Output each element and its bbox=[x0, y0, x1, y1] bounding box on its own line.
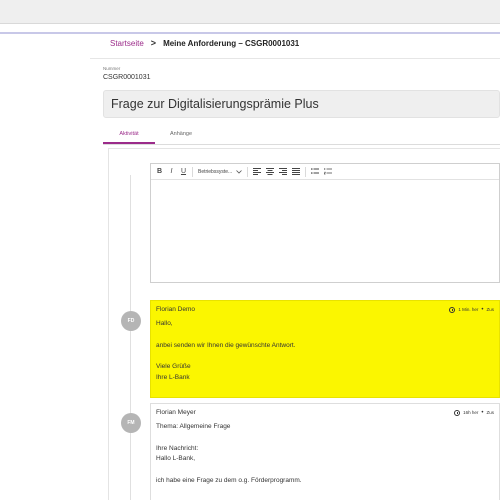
numbered-list-icon[interactable] bbox=[324, 167, 333, 177]
entry-extra: Zus bbox=[486, 306, 494, 312]
entry-author: Florian Meyer bbox=[156, 408, 196, 416]
toolbar-divider bbox=[192, 166, 193, 177]
entry-extra: Zus bbox=[486, 409, 494, 415]
entry-line: Viele Grüße bbox=[156, 363, 191, 371]
breadcrumb-home-link[interactable]: Startseite bbox=[110, 39, 144, 48]
entry-line bbox=[156, 351, 494, 362]
entry-line bbox=[156, 465, 494, 476]
meta-separator: • bbox=[481, 409, 484, 416]
entry-line: Ihre Nachricht: bbox=[156, 444, 199, 452]
entry-line: Hallo, bbox=[156, 320, 173, 327]
breadcrumb-divider bbox=[90, 58, 500, 59]
toolbar-divider bbox=[305, 166, 307, 177]
chevron-down-icon bbox=[236, 169, 242, 174]
align-right-icon[interactable] bbox=[279, 167, 288, 177]
toolbar-divider bbox=[247, 166, 249, 177]
underline-button[interactable]: U bbox=[180, 167, 187, 177]
italic-button[interactable]: I bbox=[168, 167, 175, 177]
editor-toolbar: B I U Betriebssyste... bbox=[151, 164, 499, 180]
entry-line: Thema: Allgemeine Frage bbox=[156, 423, 231, 430]
entry-line: Hallo L-Bank, bbox=[156, 455, 196, 463]
bold-button[interactable]: B bbox=[156, 167, 163, 177]
breadcrumb: Startseite > Meine Anforderung – CSGR000… bbox=[110, 38, 299, 48]
entry-line: anbei senden wir Ihnen die gewünschte An… bbox=[156, 341, 296, 349]
clock-icon bbox=[454, 410, 461, 416]
clock-icon bbox=[449, 307, 456, 313]
number-label: Nummer bbox=[103, 66, 121, 71]
number-value: CSGR0001031 bbox=[103, 74, 151, 81]
entry-meta: 1 Min. her • Zus bbox=[449, 305, 494, 316]
entry-time: 1 Min. her bbox=[458, 306, 479, 312]
entry-line bbox=[156, 433, 494, 444]
activity-entry: Florian Meyer 16h her • Zus Thema: Allge… bbox=[150, 403, 500, 500]
tab-attachments[interactable]: Anhänge bbox=[155, 127, 207, 144]
entry-meta: 16h her • Zus bbox=[454, 408, 494, 419]
header-accent-line bbox=[0, 32, 500, 34]
bullet-list-icon[interactable] bbox=[311, 167, 320, 177]
format-select[interactable]: Betriebssyste... bbox=[198, 169, 242, 175]
top-bar bbox=[0, 0, 500, 24]
avatar: FD bbox=[121, 311, 141, 331]
avatar: FM bbox=[121, 413, 141, 433]
entry-line: ich habe eine Frage zu dem o.g. Förderpr… bbox=[156, 476, 302, 484]
align-justify-icon[interactable] bbox=[292, 167, 301, 177]
entry-line bbox=[156, 330, 494, 341]
meta-separator: • bbox=[481, 306, 484, 313]
tab-bar: Aktivität Anhänge bbox=[103, 127, 500, 145]
breadcrumb-current: Meine Anforderung – CSGR0001031 bbox=[163, 38, 300, 48]
align-left-icon[interactable] bbox=[253, 167, 262, 177]
breadcrumb-separator-icon: > bbox=[150, 38, 157, 48]
tab-activity[interactable]: Aktivität bbox=[103, 127, 155, 144]
timeline-line bbox=[130, 175, 131, 500]
activity-entry: Florian Demo 1 Min. her • Zus Hallo, anb… bbox=[150, 300, 500, 398]
format-select-value: Betriebssyste... bbox=[198, 168, 233, 175]
comment-editor: B I U Betriebssyste... bbox=[150, 163, 500, 283]
align-center-icon[interactable] bbox=[266, 167, 275, 177]
entry-time: 16h her bbox=[463, 409, 479, 415]
comment-input[interactable] bbox=[151, 180, 499, 283]
entry-line: Ihre L-Bank bbox=[156, 373, 190, 381]
entry-author: Florian Demo bbox=[156, 305, 196, 313]
request-title: Frage zur Digitalisierungsprämie Plus bbox=[103, 90, 500, 118]
